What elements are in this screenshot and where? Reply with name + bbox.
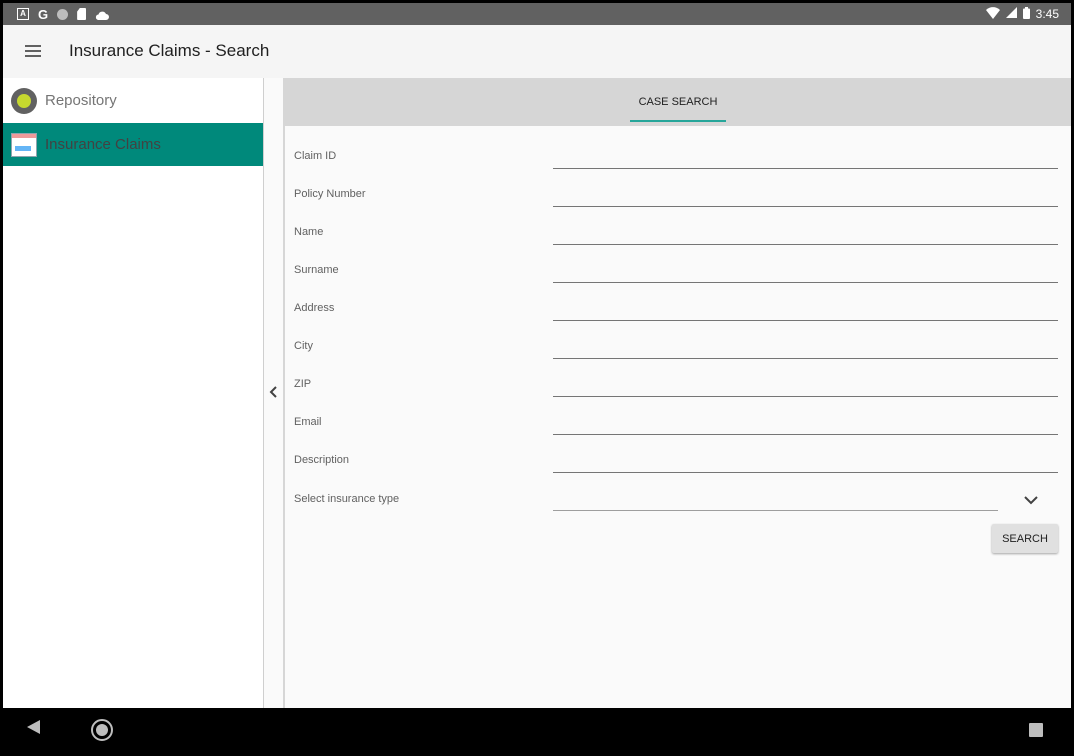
clock-time: 3:45: [1035, 7, 1059, 21]
google-icon: G: [38, 7, 49, 22]
insurance-type-row: Select insurance type: [285, 488, 1071, 526]
screen: A G 3:45 Insurance Claims - Search Repos…: [3, 3, 1071, 753]
wifi-icon: [985, 6, 1000, 22]
circle-notification-icon: [57, 8, 69, 20]
insurance-type-select[interactable]: [553, 488, 998, 511]
chevron-down-icon[interactable]: [1023, 493, 1039, 505]
tab-label: CASE SEARCH: [638, 96, 718, 108]
cloud-icon: [95, 8, 110, 20]
insurance-claims-icon: [11, 132, 37, 157]
tab-active-indicator: [630, 120, 726, 122]
hamburger-menu-icon[interactable]: [25, 45, 41, 57]
sidebar-item-label: Repository: [45, 92, 117, 109]
claim-id-row: Claim ID: [285, 146, 1071, 184]
claim-id-label: Claim ID: [294, 150, 337, 162]
insurance-type-label: Select insurance type: [294, 493, 400, 505]
sidebar-item-insurance-claims[interactable]: Insurance Claims: [3, 123, 263, 166]
sidebar-item-label: Insurance Claims: [45, 136, 161, 153]
sidebar: Repository Insurance Claims: [3, 78, 263, 708]
city-label: City: [294, 340, 313, 352]
policy-number-row: Policy Number: [285, 184, 1071, 222]
sidebar-item-repository[interactable]: Repository: [3, 79, 263, 122]
notification-icons: A G: [17, 7, 110, 22]
sd-card-icon: [77, 8, 87, 20]
name-row: Name: [285, 222, 1071, 260]
name-input[interactable]: [553, 222, 1058, 245]
recent-apps-icon[interactable]: [1029, 723, 1043, 737]
tab-bar: CASE SEARCH: [285, 78, 1071, 126]
app-toolbar: Insurance Claims - Search: [3, 25, 1071, 78]
surname-row: Surname: [285, 260, 1071, 298]
back-icon[interactable]: [27, 720, 40, 734]
collapse-sidebar-chevron-left-icon[interactable]: [269, 385, 279, 399]
email-input[interactable]: [553, 412, 1058, 435]
address-row: Address: [285, 298, 1071, 336]
city-input[interactable]: [553, 336, 1058, 359]
system-icons: 3:45: [985, 6, 1059, 22]
claim-id-input[interactable]: [553, 146, 1058, 169]
tab-case-search[interactable]: CASE SEARCH: [630, 78, 726, 126]
description-row: Description: [285, 450, 1071, 488]
policy-number-input[interactable]: [553, 184, 1058, 207]
page-title: Insurance Claims - Search: [69, 41, 270, 60]
zip-input[interactable]: [553, 374, 1058, 397]
address-input[interactable]: [553, 298, 1058, 321]
policy-number-label: Policy Number: [294, 188, 366, 200]
signal-icon: [1005, 7, 1017, 21]
repository-icon: [11, 87, 37, 114]
home-icon[interactable]: [91, 719, 113, 741]
name-label: Name: [294, 226, 324, 238]
surname-label: Surname: [294, 264, 339, 276]
email-row: Email: [285, 412, 1071, 450]
description-input[interactable]: [553, 450, 1058, 473]
surname-input[interactable]: [553, 260, 1058, 283]
description-label: Description: [294, 454, 350, 466]
battery-icon: [1022, 6, 1030, 22]
search-button[interactable]: SEARCH: [992, 524, 1058, 553]
zip-row: ZIP: [285, 374, 1071, 412]
status-bar: A G 3:45: [3, 3, 1071, 25]
email-label: Email: [294, 416, 322, 428]
city-row: City: [285, 336, 1071, 374]
a-notification-icon: A: [17, 8, 29, 20]
main-content: CASE SEARCH Claim ID Policy Number Name …: [285, 78, 1071, 708]
navigation-bar: [3, 708, 1071, 753]
zip-label: ZIP: [294, 378, 312, 390]
address-label: Address: [294, 302, 335, 314]
sidebar-splitter: [263, 78, 285, 708]
